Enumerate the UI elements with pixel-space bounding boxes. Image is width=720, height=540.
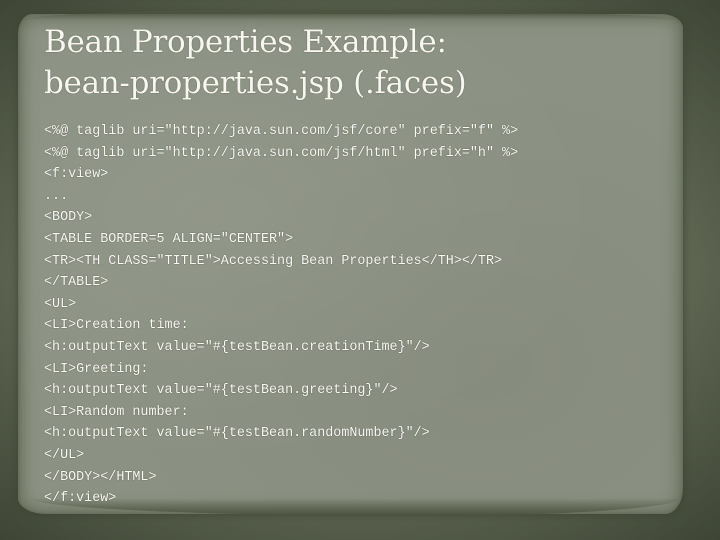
code-line: <BODY> (44, 210, 93, 226)
code-line: <%@ taglib uri="http://java.sun.com/jsf/… (44, 124, 519, 139)
code-line: </UL> (44, 447, 85, 463)
code-line: <h:outputText value="#{testBean.greeting… (44, 383, 398, 399)
code-line: <LI>Random number: (44, 404, 189, 420)
code-line: </BODY></HTML> (44, 469, 157, 485)
code-line: <h:outputText value="#{testBean.creation… (44, 339, 430, 355)
code-line: <LI>Greeting: (44, 361, 149, 377)
code-line: </f:view> (44, 491, 117, 507)
code-line: <TABLE BORDER=5 ALIGN="CENTER"> (44, 231, 294, 247)
code-listing: <%@ taglib uri="http://java.sun.com/jsf/… (44, 121, 518, 510)
code-line: <LI>Creation time: (44, 318, 189, 334)
slide-title-line-1: Bean Properties Example: (44, 24, 447, 60)
slide-title: Bean Properties Example: bean-properties… (44, 22, 467, 104)
slide-background: Bean Properties Example: bean-properties… (0, 0, 720, 540)
code-line: </TABLE> (44, 275, 109, 291)
code-line: <UL> (44, 296, 77, 312)
slide-title-line-2: bean-properties.jsp (.faces) (44, 65, 467, 101)
paper-torn-edge-top (24, 10, 679, 20)
code-line: <TR><TH CLASS="TITLE">Accessing Bean Pro… (44, 253, 503, 269)
code-line: <f:view> (44, 167, 109, 183)
code-line: <h:outputText value="#{testBean.randomNu… (44, 426, 430, 442)
code-line: ... (44, 188, 69, 204)
code-line: <%@ taglib uri="http://java.sun.com/jsf/… (44, 145, 519, 161)
